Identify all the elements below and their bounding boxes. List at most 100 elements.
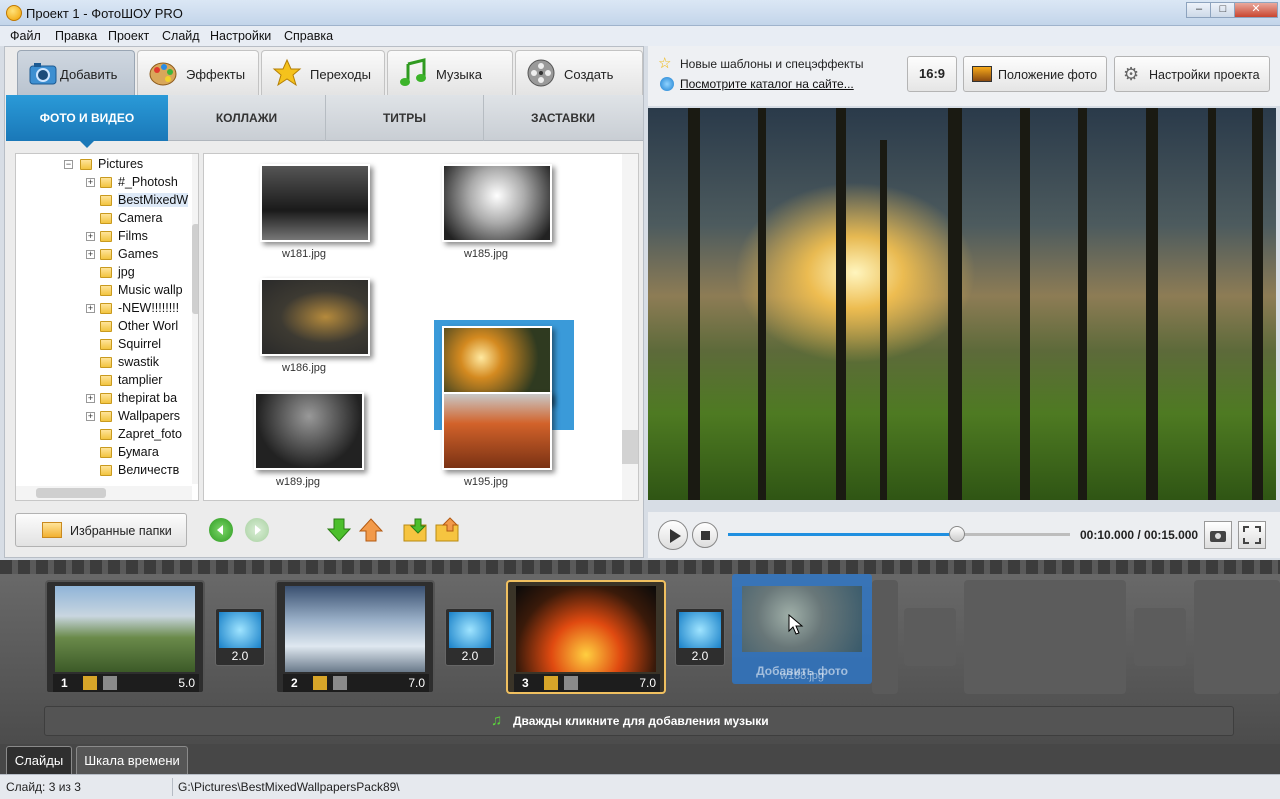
tree-item[interactable]: Camera xyxy=(16,210,192,228)
favorites-label: Избранные папки xyxy=(70,524,172,538)
menu-project[interactable]: Проект xyxy=(108,29,149,43)
menu-edit[interactable]: Правка xyxy=(55,29,97,43)
tree-item[interactable]: + Games xyxy=(16,246,192,264)
camera-icon xyxy=(1210,531,1226,542)
menu-slide[interactable]: Слайд xyxy=(162,29,200,43)
thumbnail-image xyxy=(442,164,552,242)
snapshot-button[interactable] xyxy=(1204,521,1232,549)
tree-item[interactable]: + Films xyxy=(16,228,192,246)
tab-transitions[interactable]: Переходы xyxy=(261,50,385,96)
expand-icon[interactable]: + xyxy=(86,178,95,187)
catalog-link[interactable]: Посмотрите каталог на сайте... xyxy=(680,77,854,91)
move-up-icon[interactable] xyxy=(359,517,383,543)
seek-track[interactable] xyxy=(728,526,1070,542)
aspect-ratio-button[interactable]: 16:9 xyxy=(907,56,957,92)
tree-item[interactable]: Squirrel xyxy=(16,336,192,354)
stop-button[interactable] xyxy=(692,522,718,548)
folder-up-icon[interactable] xyxy=(435,517,461,543)
menu-file[interactable]: Файл xyxy=(10,29,41,43)
collapse-icon[interactable]: − xyxy=(64,160,73,169)
favorites-button[interactable]: Избранные папки xyxy=(15,513,187,547)
tree-item-label: Величеств xyxy=(118,463,180,477)
subtab-collages[interactable]: КОЛЛАЖИ xyxy=(168,95,326,141)
tree-item[interactable]: Zapret_foto xyxy=(16,426,192,444)
tab-timeline[interactable]: Шкала времени xyxy=(76,746,188,774)
edit-pencil-icon[interactable] xyxy=(313,676,327,690)
tree-item[interactable]: swastik xyxy=(16,354,192,372)
slide-card[interactable]: 1 5.0 xyxy=(45,580,205,694)
tree-item-label: Music wallp xyxy=(118,283,183,297)
tree-item-selected[interactable]: BestMixedW xyxy=(16,192,192,210)
tree-item[interactable]: Music wallp xyxy=(16,282,192,300)
thumbnail[interactable]: w181.jpg xyxy=(234,158,374,268)
thumbnail[interactable]: w186.jpg xyxy=(234,272,374,382)
back-button[interactable] xyxy=(209,518,233,542)
tree-item[interactable]: tamplier xyxy=(16,372,192,390)
tree-item[interactable]: + -NEW!!!!!!!! xyxy=(16,300,192,318)
tab-add[interactable]: Добавить xyxy=(17,50,135,96)
expand-icon[interactable]: + xyxy=(86,412,95,421)
expand-icon[interactable]: + xyxy=(86,232,95,241)
expand-icon[interactable]: + xyxy=(86,250,95,259)
scroll-thumb[interactable] xyxy=(622,430,638,464)
expand-icon[interactable]: + xyxy=(86,304,95,313)
tab-effects[interactable]: Эффекты xyxy=(137,50,259,96)
project-settings-button[interactable]: ⚙ Настройки проекта xyxy=(1114,56,1270,92)
tree-item[interactable]: jpg xyxy=(16,264,192,282)
expand-icon[interactable]: + xyxy=(86,394,95,403)
slide-image xyxy=(55,586,195,672)
tree-item[interactable]: + #_Photosh xyxy=(16,174,192,192)
seek-handle[interactable] xyxy=(949,526,966,542)
scroll-thumb[interactable] xyxy=(36,488,106,498)
menu-help[interactable]: Справка xyxy=(284,29,333,43)
thumbnail-grid[interactable]: w181.jpg w185.jpg w186.jpg w188.jpg w189… xyxy=(203,153,639,501)
thumbnail[interactable]: w195.jpg xyxy=(416,386,556,496)
minimize-button[interactable]: – xyxy=(1186,2,1212,18)
thumbnail[interactable]: w189.jpg xyxy=(228,386,368,496)
speaker-icon[interactable] xyxy=(103,676,117,690)
music-track[interactable]: ♫ Дважды кликните для добавления музыки xyxy=(44,706,1234,736)
folder-icon xyxy=(100,231,112,242)
tree-item[interactable]: + thepirat ba xyxy=(16,390,192,408)
tree-item[interactable]: + Wallpapers xyxy=(16,408,192,426)
slide-card[interactable]: 2 7.0 xyxy=(275,580,435,694)
subtab-screensavers[interactable]: ЗАСТАВКИ xyxy=(484,95,642,141)
edit-pencil-icon[interactable] xyxy=(544,676,558,690)
transition-card[interactable]: 2.0 xyxy=(675,608,725,666)
slide-footer: 1 5.0 xyxy=(53,674,199,692)
close-button[interactable]: ✕ xyxy=(1234,2,1278,18)
fullscreen-button[interactable] xyxy=(1238,521,1266,549)
drop-target[interactable]: Добавить фото w188.jpg xyxy=(732,574,872,684)
subtab-photo-video[interactable]: ФОТО И ВИДЕО xyxy=(6,95,168,141)
slide-card-selected[interactable]: 3 7.0 xyxy=(506,580,666,694)
tab-create[interactable]: Создать xyxy=(515,50,643,96)
tree-item[interactable]: − Pictures xyxy=(16,156,192,174)
tab-slides[interactable]: Слайды xyxy=(6,746,72,774)
edit-pencil-icon[interactable] xyxy=(83,676,97,690)
tree-item-label: Games xyxy=(118,247,159,261)
tab-music[interactable]: Музыка xyxy=(387,50,513,96)
tree-item[interactable]: Величеств xyxy=(16,462,192,480)
add-to-project-icon[interactable] xyxy=(327,517,351,543)
tree-item[interactable]: Other Worl xyxy=(16,318,192,336)
tree-item[interactable]: Бумага xyxy=(16,444,192,462)
play-button[interactable] xyxy=(658,520,688,550)
scroll-thumb[interactable] xyxy=(192,224,198,314)
transition-card[interactable]: 2.0 xyxy=(215,608,265,666)
speaker-icon[interactable] xyxy=(564,676,578,690)
folder-add-icon[interactable] xyxy=(403,517,429,543)
menu-settings[interactable]: Настройки xyxy=(210,29,271,43)
tree-horizontal-scrollbar[interactable] xyxy=(16,486,192,500)
photo-position-button[interactable]: Положение фото xyxy=(963,56,1107,92)
folder-tree[interactable]: − Pictures + #_Photosh BestMixedW Camera… xyxy=(15,153,199,501)
speaker-icon[interactable] xyxy=(333,676,347,690)
subtab-titles[interactable]: ТИТРЫ xyxy=(326,95,484,141)
thumbnail[interactable]: w185.jpg xyxy=(416,158,556,268)
forward-button[interactable] xyxy=(245,518,269,542)
empty-transition-slot xyxy=(1134,608,1186,666)
maximize-button[interactable]: □ xyxy=(1210,2,1236,18)
folder-icon xyxy=(100,249,112,260)
transition-card[interactable]: 2.0 xyxy=(445,608,495,666)
gear-icon: ⚙ xyxy=(1123,64,1140,84)
tree-vertical-scrollbar[interactable] xyxy=(192,154,198,484)
